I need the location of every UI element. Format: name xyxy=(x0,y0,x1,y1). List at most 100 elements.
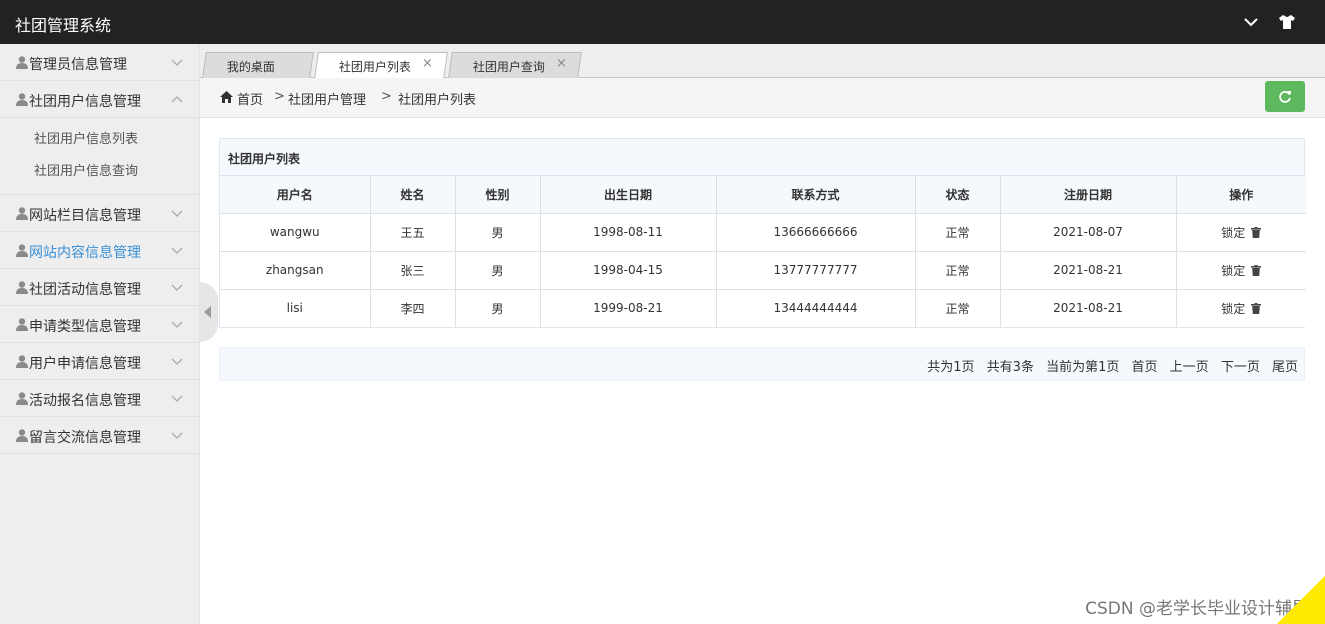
sidebar-item-label: 留言交流信息管理 xyxy=(29,430,141,446)
cell-username: lisi xyxy=(220,288,371,327)
cell-gender: 男 xyxy=(454,288,541,327)
close-icon[interactable]: × xyxy=(422,56,433,71)
top-bar: 社团管理系统 xyxy=(0,0,1325,44)
cell-register-date: 2021-08-21 xyxy=(999,288,1177,327)
sidebar-item-label: 网站内容信息管理 xyxy=(29,245,141,261)
lock-link[interactable]: 锁定 xyxy=(1221,264,1245,278)
chevron-down-icon xyxy=(171,432,183,439)
breadcrumb-level2: 社团用户列表 xyxy=(398,93,477,108)
sidebar-subitem[interactable]: 社团用户信息查询 xyxy=(0,156,199,188)
cell-name: 张三 xyxy=(369,250,456,290)
chevron-down-icon xyxy=(171,358,183,365)
breadcrumb: 首页 > 社团用户管理 > 社团用户列表 xyxy=(200,78,1325,118)
sidebar-item[interactable]: 申请类型信息管理 xyxy=(0,306,199,343)
user-icon xyxy=(16,318,28,331)
tab-label: 我的桌面 xyxy=(226,60,275,74)
sidebar-item-label: 活动报名信息管理 xyxy=(29,393,141,409)
pager-prev-link[interactable]: 上一页 xyxy=(1170,360,1209,375)
corner-decoration xyxy=(1277,576,1325,624)
table-header-row: 用户名 姓名 性别 出生日期 联系方式 状态 注册日期 操作 xyxy=(220,176,1306,214)
column-header: 状态 xyxy=(914,176,1001,214)
tab-label: 社团用户列表 xyxy=(338,60,411,74)
cell-birth-date: 1998-04-15 xyxy=(539,250,717,290)
sidebar-item[interactable]: 留言交流信息管理 xyxy=(0,417,199,454)
cell-phone: 13666666666 xyxy=(715,212,916,252)
sidebar-item-label: 社团用户信息管理 xyxy=(29,94,141,110)
cell-username: wangwu xyxy=(220,212,371,252)
cell-status: 正常 xyxy=(914,288,1001,327)
cell-name: 王五 xyxy=(369,212,456,252)
refresh-icon xyxy=(1279,91,1291,103)
pager-total-items: 共有3条 xyxy=(986,360,1034,375)
refresh-button[interactable] xyxy=(1265,81,1305,112)
cell-phone: 13444444444 xyxy=(715,288,916,327)
pager-last-link[interactable]: 尾页 xyxy=(1272,360,1298,375)
sidebar-item[interactable]: 管理员信息管理 xyxy=(0,44,199,81)
sidebar-item[interactable]: 社团活动信息管理 xyxy=(0,269,199,306)
sidebar-subitem[interactable]: 社团用户信息列表 xyxy=(0,124,199,156)
cell-name: 李四 xyxy=(369,288,456,327)
chevron-down-icon xyxy=(171,395,183,402)
breadcrumb-separator: > xyxy=(381,89,392,104)
pagination-bar: 共为1页 共有3条 当前为第1页 首页 上一页 下一页 尾页 xyxy=(219,347,1305,381)
tab-label: 社团用户查询 xyxy=(472,60,545,74)
user-icon xyxy=(16,392,28,405)
sidebar-collapse-handle[interactable] xyxy=(200,282,218,342)
chevron-down-icon xyxy=(171,59,183,66)
column-header: 姓名 xyxy=(369,176,456,214)
trash-icon[interactable] xyxy=(1251,264,1262,276)
cell-gender: 男 xyxy=(454,250,541,290)
column-header: 用户名 xyxy=(220,176,371,214)
tab-user-list[interactable]: 社团用户列表 × xyxy=(314,52,448,79)
cell-register-date: 2021-08-21 xyxy=(999,250,1177,290)
user-icon xyxy=(16,93,28,106)
trash-icon[interactable] xyxy=(1251,226,1262,238)
home-icon xyxy=(220,91,233,103)
breadcrumb-separator: > xyxy=(274,89,285,104)
pager-next-link[interactable]: 下一页 xyxy=(1221,360,1260,375)
sidebar-item[interactable]: 网站栏目信息管理 xyxy=(0,195,199,232)
lock-link[interactable]: 锁定 xyxy=(1221,302,1245,316)
sidebar-item[interactable]: 用户申请信息管理 xyxy=(0,343,199,380)
column-header: 注册日期 xyxy=(999,176,1177,214)
panel-title: 社团用户列表 xyxy=(220,139,1304,176)
watermark-text: CSDN @老学长毕业设计辅导 xyxy=(1085,599,1309,619)
pager-first-link[interactable]: 首页 xyxy=(1132,360,1158,375)
trash-icon[interactable] xyxy=(1251,302,1262,314)
user-icon xyxy=(16,244,28,257)
sidebar-item[interactable]: 活动报名信息管理 xyxy=(0,380,199,417)
sidebar-item[interactable]: 网站内容信息管理 xyxy=(0,232,199,269)
sidebar-item-label: 用户申请信息管理 xyxy=(29,356,141,372)
breadcrumb-level1[interactable]: 社团用户管理 xyxy=(288,89,366,108)
chevron-left-icon xyxy=(204,306,211,318)
cell-phone: 13777777777 xyxy=(715,250,916,290)
column-header: 出生日期 xyxy=(539,176,717,214)
user-icon xyxy=(16,355,28,368)
cell-register-date: 2021-08-07 xyxy=(999,212,1177,252)
chevron-down-icon xyxy=(171,284,183,291)
pager-current-page: 当前为第1页 xyxy=(1046,360,1120,375)
close-icon[interactable]: × xyxy=(556,56,567,71)
user-table: 用户名 姓名 性别 出生日期 联系方式 状态 注册日期 操作 wangwu 王五男… xyxy=(220,176,1306,327)
table-row: wangwu 王五男 1998-08-11 13666666666 正常 2021-08-… xyxy=(220,212,1306,252)
tab-desktop[interactable]: 我的桌面 xyxy=(202,52,314,78)
lock-link[interactable]: 锁定 xyxy=(1221,226,1245,240)
user-icon xyxy=(16,429,28,442)
tab-bar: 我的桌面 社团用户列表 × 社团用户查询 × xyxy=(200,44,1325,79)
cell-gender: 男 xyxy=(454,212,541,252)
cell-actions: 锁定 xyxy=(1175,212,1306,252)
column-header: 联系方式 xyxy=(715,176,916,214)
column-header: 性别 xyxy=(454,176,541,214)
chevron-down-icon xyxy=(171,210,183,217)
user-icon xyxy=(16,281,28,294)
user-icon xyxy=(16,56,28,69)
sidebar-item[interactable]: 社团用户信息管理 xyxy=(0,81,199,118)
breadcrumb-home-link[interactable]: 首页 xyxy=(237,89,263,108)
app-title: 社团管理系统 xyxy=(15,16,112,35)
cell-username: zhangsan xyxy=(220,250,371,290)
chevron-down-icon xyxy=(171,321,183,328)
cell-actions: 锁定 xyxy=(1175,288,1306,327)
chevron-down-icon[interactable] xyxy=(1241,12,1261,32)
tab-user-query[interactable]: 社团用户查询 × xyxy=(448,52,582,78)
tshirt-icon[interactable] xyxy=(1277,12,1297,32)
